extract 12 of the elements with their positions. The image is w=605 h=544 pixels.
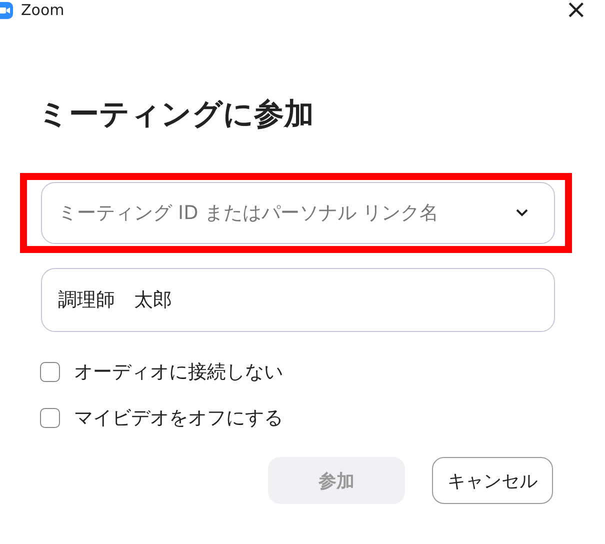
checkbox-label: オーディオに接続しない: [74, 360, 283, 385]
meeting-id-field[interactable]: ミーティング ID またはパーソナル リンク名: [41, 182, 555, 244]
name-field[interactable]: 調理師 太郎: [41, 268, 555, 332]
cancel-button[interactable]: キャンセル: [432, 457, 553, 504]
camera-icon: [0, 2, 13, 18]
chevron-down-icon: [515, 208, 529, 218]
dialog-heading: ミーティングに参加: [38, 97, 315, 133]
close-button[interactable]: ×: [565, 0, 587, 20]
checkbox-label: マイビデオをオフにする: [74, 406, 283, 431]
checkbox[interactable]: [40, 408, 60, 428]
window-title: Zoom: [21, 1, 64, 19]
checkbox[interactable]: [40, 362, 60, 382]
